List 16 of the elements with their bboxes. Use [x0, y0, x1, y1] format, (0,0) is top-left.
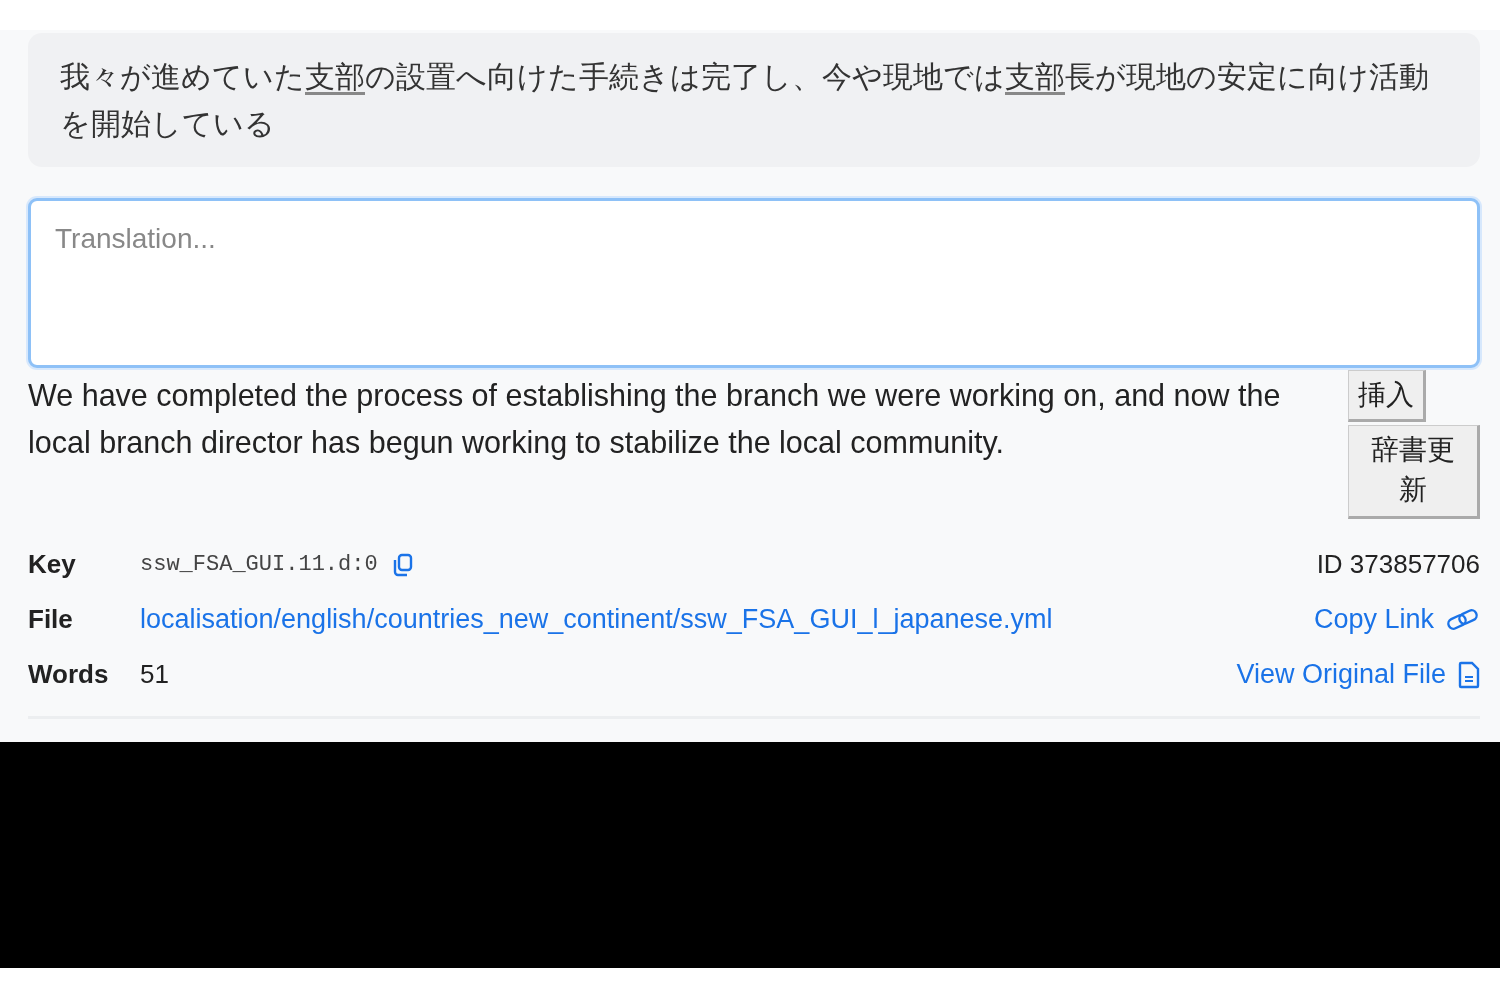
file-icon[interactable] [1458, 660, 1480, 689]
meta-label: Key [28, 549, 77, 580]
link-icon[interactable] [1446, 606, 1480, 633]
file-path-link[interactable]: localisation/english/countries_new_continent/ssw_FSA_GUI_l_japanese.yml [140, 604, 1053, 635]
meta-label: Words [28, 659, 110, 690]
word-count: 51 [140, 659, 169, 690]
copy-link[interactable]: Copy Link [1313, 604, 1434, 635]
string-id: ID 373857706 [1316, 549, 1480, 580]
key-value: ssw_FSA_GUI.11.d:0 [140, 552, 378, 577]
view-original-file-link[interactable]: View Original File [1236, 659, 1446, 690]
source-text: 我々が進めていた支部の設置へ向けた手続きは完了し、今や現地では支部長が現地の安定に向け活動を開始している [60, 58, 1430, 143]
machine-translation-text: We have completed the process of establishing the branch we were working on, and now the local branch director has begun working to stabilize the local community. [28, 377, 1282, 462]
insert-button[interactable]: 挿入 [1348, 370, 1426, 422]
dictionary-update-button[interactable]: 辞書更新 [1348, 425, 1480, 519]
translation-field[interactable]: Translation... [28, 198, 1480, 368]
meta-label: File [28, 604, 74, 635]
